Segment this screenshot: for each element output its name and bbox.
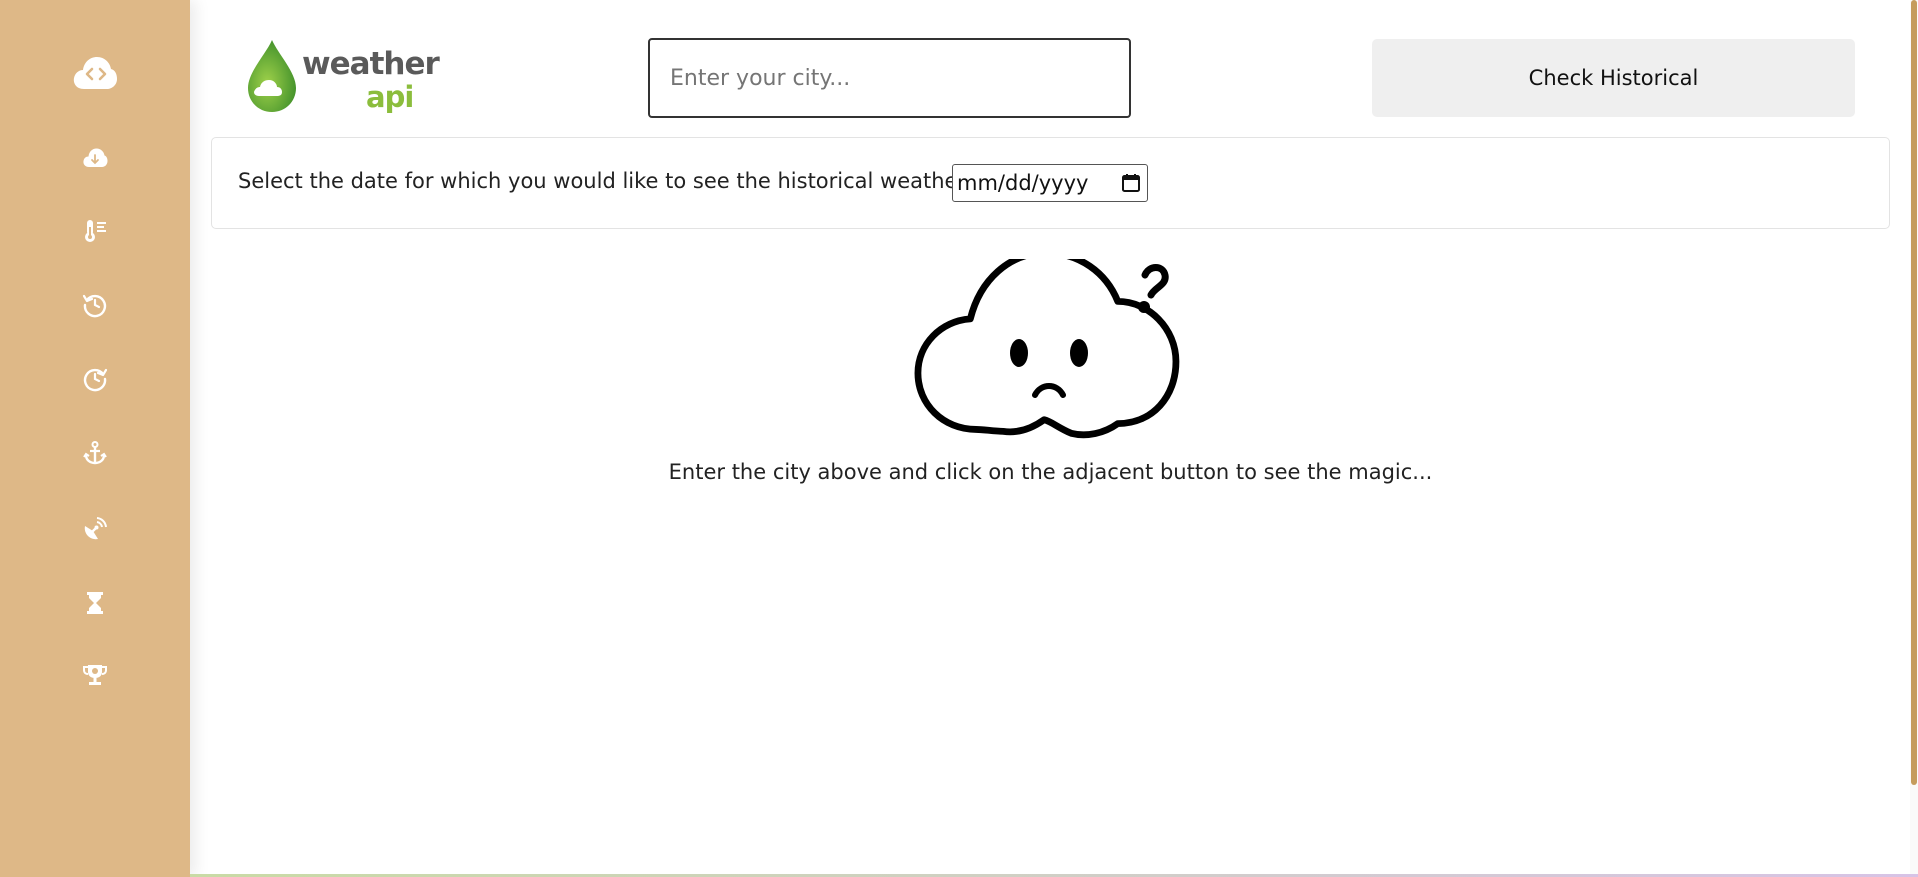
city-input[interactable] (648, 38, 1131, 118)
sidebar-item-home[interactable] (0, 43, 190, 103)
weatherapi-logo: weather api (244, 38, 440, 118)
sidebar-item-astronomy[interactable] (0, 509, 190, 549)
sidebar-item-current[interactable] (0, 211, 190, 251)
sidebar-item-sports[interactable] (0, 655, 190, 695)
empty-state-message: Enter the city above and click on the ad… (668, 460, 1433, 484)
cloud-download-icon (83, 148, 108, 167)
cloud-code-icon (73, 57, 117, 89)
sad-cloud-icon (914, 259, 1180, 439)
anchor-icon (83, 441, 107, 465)
sidebar-item-future[interactable] (0, 359, 190, 399)
history-icon (82, 294, 107, 318)
hourglass-icon (87, 592, 103, 614)
sidebar-item-history[interactable] (0, 285, 190, 325)
date-input[interactable]: mm/dd/yyyy (952, 164, 1148, 202)
trophy-icon (83, 665, 107, 685)
check-historical-button[interactable]: Check Historical (1372, 39, 1855, 117)
calendar-icon[interactable] (1121, 173, 1141, 193)
sidebar-item-forecast[interactable] (0, 138, 190, 178)
sidebar-item-timezone[interactable] (0, 583, 190, 623)
thermometer-icon (85, 220, 106, 242)
date-input-placeholder: mm/dd/yyyy (957, 171, 1089, 195)
sidebar-item-marine[interactable] (0, 433, 190, 473)
logo-text-api: api (366, 80, 414, 114)
clock-forward-icon (83, 368, 108, 392)
sidebar (0, 0, 190, 877)
date-selection-panel: Select the date for which you would like… (211, 137, 1890, 229)
satellite-icon (84, 517, 107, 540)
logo-text-weather: weather (302, 46, 440, 82)
droplet-logo-icon (248, 40, 296, 112)
date-prompt-label: Select the date for which you would like… (238, 169, 971, 193)
scrollbar-thumb[interactable] (1911, 0, 1917, 785)
